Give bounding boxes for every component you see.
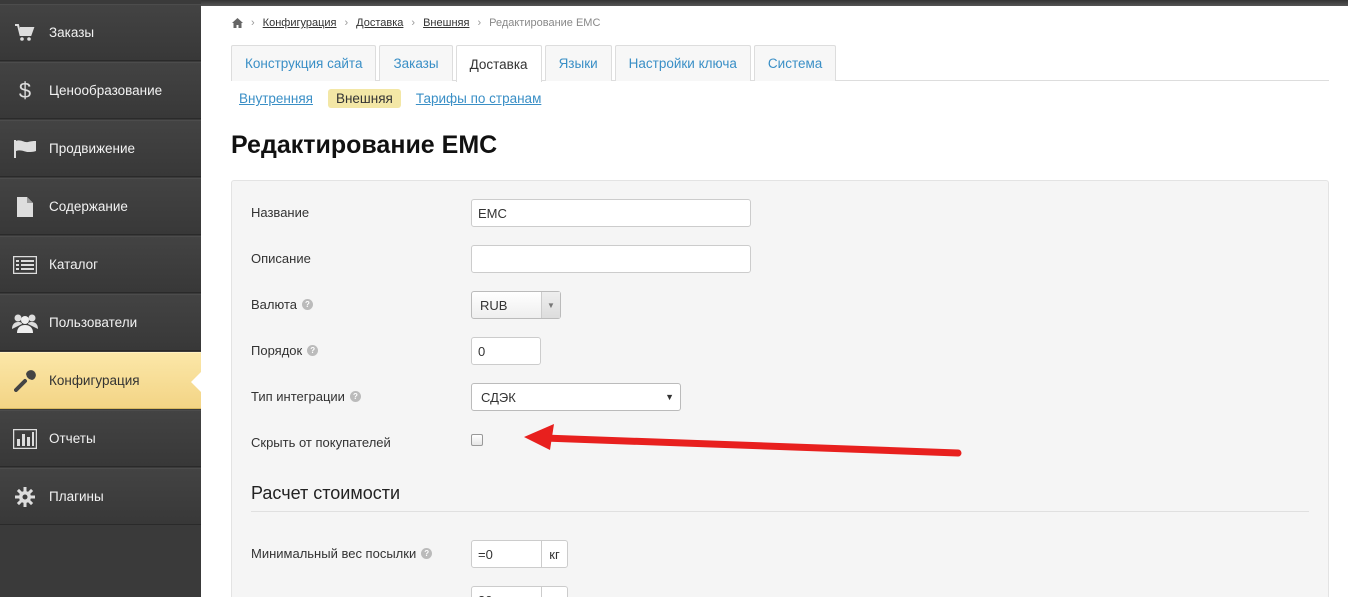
breadcrumb-delivery[interactable]: Доставка [356, 17, 403, 29]
description-label: Описание [251, 251, 311, 266]
subtab-internal[interactable]: Внутренняя [231, 89, 321, 108]
description-label-text: Описание [251, 251, 311, 266]
document-icon [12, 194, 38, 220]
users-icon [12, 310, 38, 336]
integration-label: Тип интеграции ? [251, 389, 361, 404]
sidebar-item-catalog[interactable]: Каталог [0, 236, 201, 293]
help-icon[interactable]: ? [302, 299, 313, 310]
breadcrumb-separator: › [411, 17, 416, 29]
section-divider [251, 511, 1309, 512]
help-icon[interactable]: ? [349, 391, 361, 402]
weight-unit-addon: кг [541, 540, 568, 568]
chevron-down-icon: ▼ [541, 292, 560, 318]
breadcrumb-current: Редактирование EMC [489, 17, 601, 29]
sidebar-item-content[interactable]: Содержание [0, 178, 201, 235]
breadcrumb-external[interactable]: Внешняя [423, 17, 469, 29]
main-tabs: Конструкция сайта Заказы Доставка Языки … [231, 45, 1329, 82]
name-input[interactable]: EMC [471, 199, 751, 227]
sidebar-item-label: Конфигурация [49, 373, 140, 388]
dollar-icon: $ [18, 77, 32, 103]
breadcrumb-separator: › [251, 17, 255, 29]
annotation-arrow-icon [524, 424, 962, 457]
sidebar-item-configuration[interactable]: Конфигурация [0, 352, 201, 409]
form-panel [231, 180, 1329, 597]
chart-icon [12, 426, 38, 452]
currency-label: Валюта ? [251, 297, 313, 312]
min-weight-label-text: Минимальный вес посылки [251, 546, 417, 561]
order-input[interactable]: 0 [471, 337, 541, 365]
catalog-icon [12, 252, 38, 278]
currency-label-text: Валюта [251, 297, 297, 312]
gear-icon [12, 484, 38, 510]
sidebar-item-label: Заказы [49, 25, 95, 40]
page-title: Редактирование EMC [231, 131, 498, 159]
max-weight-input[interactable]: 30 [471, 586, 543, 597]
tab-languages[interactable]: Языки [544, 45, 612, 81]
currency-value: RUB [480, 297, 508, 313]
sidebar-item-plugins[interactable]: Плагины [0, 468, 201, 525]
hide-label-text: Скрыть от покупателей [251, 435, 391, 450]
breadcrumb-separator: › [477, 17, 482, 29]
integration-label-text: Тип интеграции [251, 389, 345, 404]
sidebar-item-label: Ценообразование [49, 83, 163, 98]
integration-select[interactable]: СДЭК ▼ [471, 383, 681, 411]
order-label: Порядок ? [251, 343, 319, 358]
subtab-external[interactable]: Внешняя [327, 89, 401, 108]
sidebar-item-label: Продвижение [49, 141, 136, 156]
sidebar-item-label: Пользователи [49, 315, 138, 330]
tab-system[interactable]: Система [753, 45, 837, 81]
currency-select[interactable]: RUB ▼ [471, 291, 561, 319]
integration-value: СДЭК [481, 389, 516, 405]
sidebar-item-label: Плагины [49, 489, 104, 504]
hide-label: Скрыть от покупателей [251, 435, 391, 450]
sidebar-item-label: Каталог [49, 257, 99, 272]
sidebar-item-users[interactable]: Пользователи [0, 294, 201, 351]
min-weight-label: Минимальный вес посылки ? [251, 546, 433, 561]
tab-key-settings[interactable]: Настройки ключа [614, 45, 751, 81]
home-icon[interactable] [232, 18, 243, 28]
cart-icon [12, 20, 38, 46]
sidebar-item-pricing[interactable]: $ Ценообразование [0, 62, 201, 119]
order-label-text: Порядок [251, 343, 303, 358]
sidebar-item-reports[interactable]: Отчеты [0, 410, 201, 467]
sidebar-item-promotion[interactable]: Продвижение [0, 120, 201, 177]
min-weight-input[interactable]: =0 [471, 540, 543, 568]
tab-delivery[interactable]: Доставка [455, 45, 542, 82]
tab-orders[interactable]: Заказы [379, 45, 453, 81]
sidebar-item-label: Отчеты [49, 431, 96, 446]
subtabs: Внутренняя Внешняя Тарифы по странам [231, 89, 556, 108]
chevron-down-icon: ▼ [665, 392, 674, 402]
name-label-text: Название [251, 205, 310, 220]
sidebar-item-orders[interactable]: Заказы [0, 4, 201, 61]
sidebar-item-label: Содержание [49, 199, 128, 214]
flag-icon [12, 136, 38, 162]
name-label: Название [251, 205, 309, 220]
help-icon[interactable]: ? [421, 548, 433, 559]
sidebar: Заказы $ Ценообразование Продвижение Сод… [0, 0, 201, 597]
cost-section-title: Расчет стоимости [251, 483, 401, 503]
top-band [201, 0, 1348, 6]
weight-unit-addon-2 [541, 586, 568, 597]
help-icon[interactable]: ? [307, 345, 319, 356]
breadcrumb: › Конфигурация › Доставка › Внешняя › Ре… [232, 17, 600, 29]
hide-checkbox[interactable] [471, 434, 483, 446]
tab-site-construction[interactable]: Конструкция сайта [231, 45, 377, 81]
description-input[interactable] [471, 245, 751, 273]
breadcrumb-configuration[interactable]: Конфигурация [263, 17, 337, 29]
wrench-icon [12, 368, 38, 394]
subtab-country-rates[interactable]: Тарифы по странам [408, 89, 550, 108]
breadcrumb-separator: › [344, 17, 349, 29]
